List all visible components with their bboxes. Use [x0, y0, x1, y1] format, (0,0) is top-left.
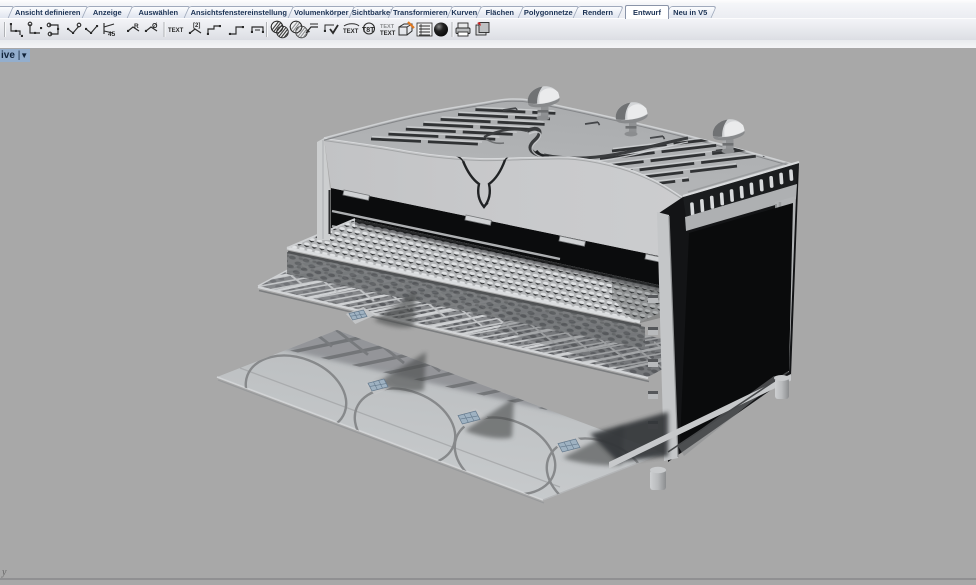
svg-text:TEXT: TEXT [380, 31, 396, 37]
svg-text:45: 45 [108, 31, 116, 38]
svg-text:TEXT: TEXT [343, 29, 359, 35]
svg-text:TEXT: TEXT [380, 24, 395, 30]
svg-text:TEXT: TEXT [168, 28, 184, 34]
svg-text:R: R [134, 23, 139, 30]
svg-text:[2]: [2] [193, 23, 200, 29]
svg-text:Ø: Ø [152, 23, 158, 30]
